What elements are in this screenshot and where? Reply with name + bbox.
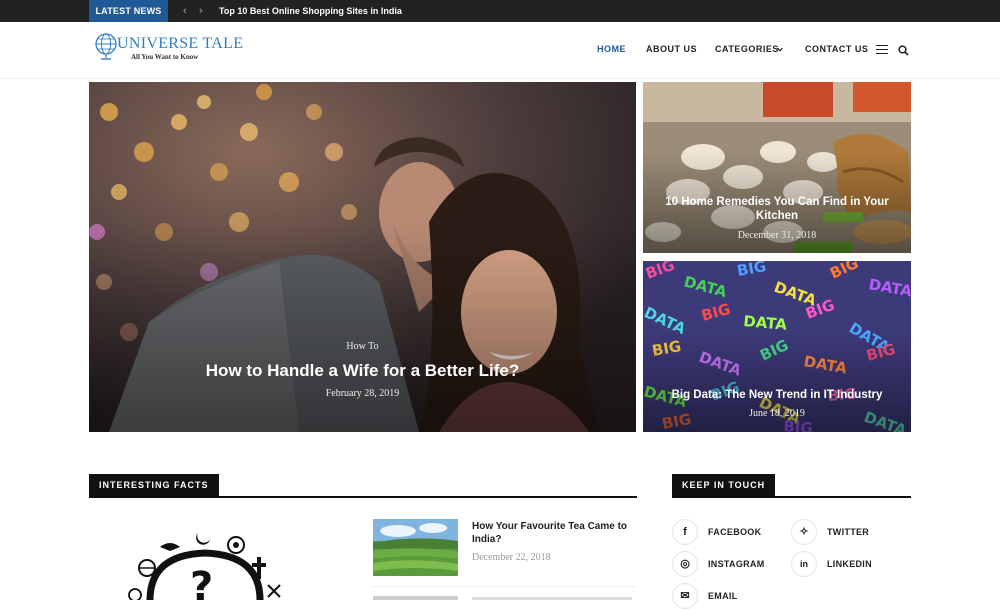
news-ticker-headline[interactable]: Top 10 Best Online Shopping Sites in Ind… (219, 0, 402, 22)
site-title[interactable]: UNIVERSE TALE (117, 35, 243, 53)
twitter-icon: ✧ (791, 519, 817, 545)
nav-about-us[interactable]: ABOUT US (646, 44, 697, 54)
facebook-icon: f (672, 519, 698, 545)
site-tagline: All You Want to Know (131, 53, 199, 61)
featured-side-post[interactable]: 10 Home Remedies You Can Find in Your Ki… (643, 82, 911, 253)
post-date: December 31, 2018 (737, 230, 817, 241)
chevron-left-icon[interactable]: ‹ (183, 3, 187, 19)
nav-contact-us[interactable]: CONTACT US (805, 44, 868, 54)
site-header: UNIVERSE TALE All You Want to Know HOME … (0, 22, 1000, 79)
social-label: LINKEDIN (827, 559, 872, 569)
religion-symbols-image[interactable]: ? (120, 525, 290, 600)
tea-plantation-image (373, 519, 458, 576)
post-category[interactable]: How To (89, 341, 636, 352)
top-bar: LATEST NEWS ‹ › Top 10 Best Online Shopp… (0, 0, 1000, 22)
post-title[interactable]: Big Data: The New Trend in IT Industry (643, 388, 911, 402)
post-date: June 18, 2019 (749, 408, 805, 419)
hamburger-icon[interactable] (876, 45, 888, 54)
post-divider (373, 586, 636, 587)
post-title[interactable]: How Your Favourite Tea Came to India? (472, 520, 632, 546)
globe-logo-icon[interactable] (94, 33, 118, 61)
instagram-icon: ◎ (672, 551, 698, 577)
post-title[interactable]: How to Handle a Wife for a Better Life? (89, 361, 636, 381)
svg-text:?: ? (190, 564, 213, 600)
overlay (643, 261, 911, 432)
post-date: February 28, 2019 (325, 388, 400, 399)
post-thumbnail[interactable] (373, 596, 458, 600)
section-heading-keep-in-touch: KEEP IN TOUCH (672, 474, 776, 497)
chevron-down-icon[interactable] (777, 47, 783, 52)
social-label: TWITTER (827, 527, 870, 537)
chevron-right-icon[interactable]: › (199, 3, 203, 19)
nav-home[interactable]: HOME (597, 44, 626, 54)
post-title[interactable]: 10 Home Remedies You Can Find in Your Ki… (643, 195, 911, 223)
search-icon[interactable] (898, 45, 909, 56)
featured-side-post[interactable]: BIG DATA BIG DATA BIG DATA DATA BIG DATA… (643, 261, 911, 432)
featured-main-post[interactable]: How To How to Handle a Wife for a Better… (89, 82, 636, 432)
nav-categories[interactable]: CATEGORIES (715, 44, 779, 54)
section-divider (672, 496, 911, 498)
section-heading-interesting-facts: INTERESTING FACTS (89, 474, 219, 497)
section-divider (89, 496, 637, 498)
post-date: December 22, 2018 (472, 552, 551, 563)
latest-news-badge: LATEST NEWS (89, 0, 168, 22)
post-thumbnail[interactable] (373, 519, 458, 576)
overlay (643, 82, 911, 253)
social-label: INSTAGRAM (708, 559, 765, 569)
email-icon: ✉ (672, 583, 698, 609)
social-label: FACEBOOK (708, 527, 762, 537)
linkedin-icon: in (791, 551, 817, 577)
